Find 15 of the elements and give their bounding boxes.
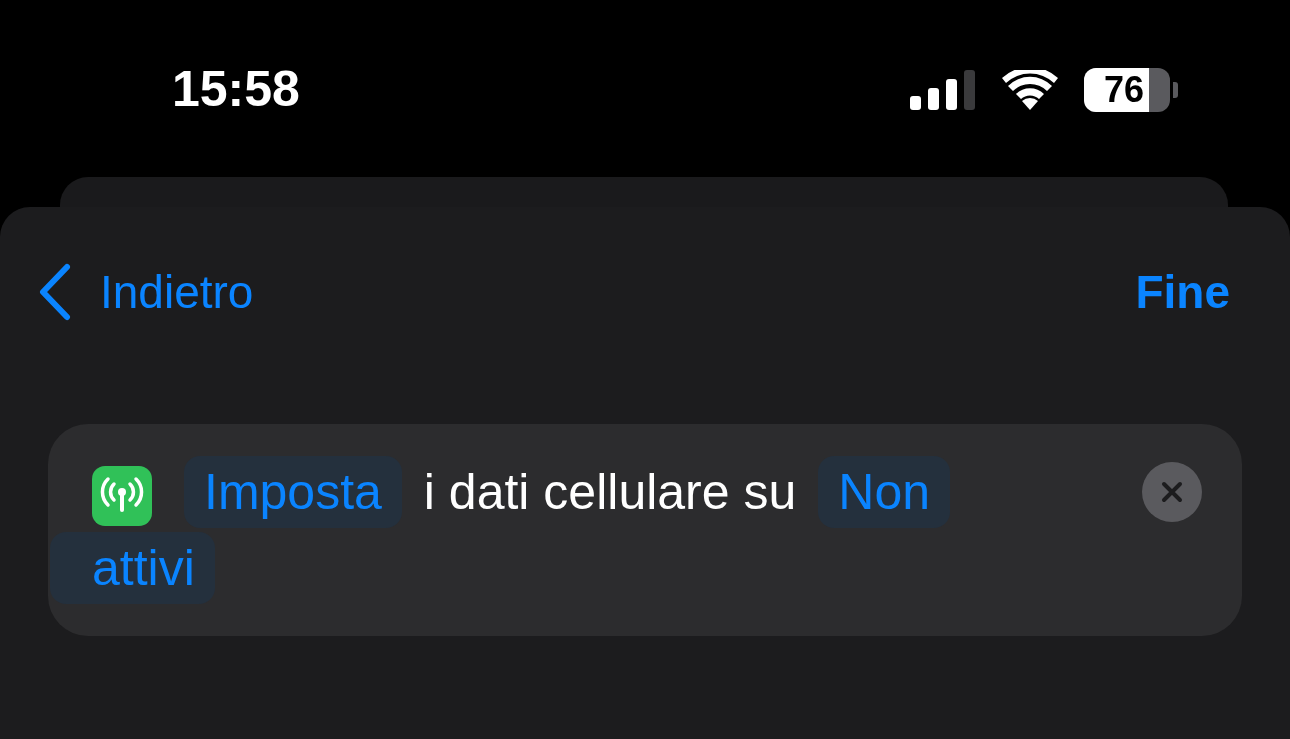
done-button[interactable]: Fine: [1135, 265, 1230, 319]
close-icon: [1161, 481, 1183, 503]
wifi-icon: [1002, 70, 1058, 110]
antenna-icon: [92, 465, 152, 526]
status-time: 15:58: [172, 60, 300, 118]
parameter-token[interactable]: Non: [818, 456, 950, 528]
parameter-token[interactable]: Imposta: [184, 456, 402, 528]
signal-icon: [910, 70, 976, 110]
back-button[interactable]: Indietro: [38, 263, 254, 321]
battery-percent: 76: [1104, 72, 1145, 108]
action-text: i dati cellulare su: [423, 464, 797, 520]
remove-button[interactable]: [1142, 462, 1202, 522]
battery-icon: [1084, 68, 1178, 112]
parameter-token[interactable]: attivi: [50, 532, 215, 604]
chevron-left-icon: [38, 263, 72, 321]
